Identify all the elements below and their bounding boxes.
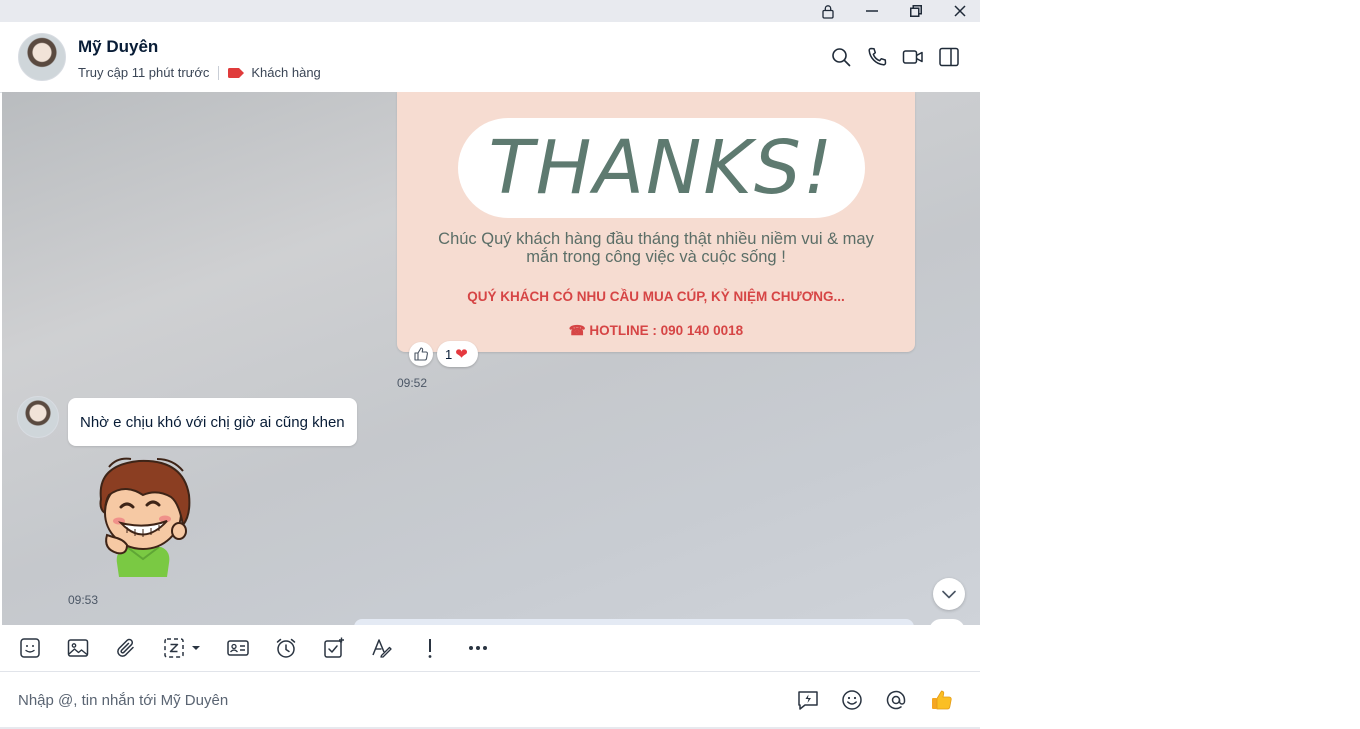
sender-avatar[interactable] — [17, 396, 59, 438]
contact-card-icon[interactable] — [225, 635, 251, 661]
close-icon[interactable] — [940, 0, 980, 22]
emoji-icon[interactable] — [840, 688, 864, 712]
laughing-boy-sticker[interactable] — [87, 455, 199, 577]
message-composer — [0, 672, 980, 728]
lock-icon[interactable] — [808, 0, 848, 22]
sticker-icon[interactable] — [17, 635, 43, 661]
card-greeting-line-2: mắn trong công việc và cuộc sống ! — [526, 248, 786, 266]
thumbs-up-outline-icon — [414, 347, 428, 361]
title-bar — [0, 0, 980, 22]
chevron-down-icon — [942, 590, 956, 598]
contact-label[interactable]: Khách hàng — [251, 65, 320, 80]
important-icon[interactable] — [417, 635, 443, 661]
video-call-icon[interactable] — [902, 46, 924, 68]
text-message-bubble[interactable]: Nhờ e chịu khó với chị giờ ai cũng khen — [68, 398, 357, 446]
divider — [218, 65, 220, 80]
thanks-headline: THANKS! — [488, 125, 835, 211]
chat-window: Mỹ Duyên Truy cập 11 phút trước Khách hà… — [0, 0, 980, 729]
reaction-bar: 1 ❤ — [409, 341, 478, 367]
card-greeting-line-1: Chúc Quý khách hàng đầu tháng thật nhiều… — [438, 230, 874, 248]
message-time: 09:52 — [397, 376, 428, 390]
image-icon[interactable] — [65, 635, 91, 661]
more-icon[interactable] — [465, 635, 491, 661]
reaction-summary[interactable]: 1 ❤ — [437, 341, 478, 367]
scroll-to-bottom-button[interactable] — [933, 578, 965, 610]
card-promo-text: QUÝ KHÁCH CÓ NHU CẦU MUA CÚP, KỶ NIỆM CH… — [467, 289, 845, 304]
image-message[interactable]: THANKS! Chúc Quý khách hàng đầu tháng th… — [397, 92, 915, 352]
attachment-icon[interactable] — [113, 635, 139, 661]
heart-reaction-icon: ❤ — [455, 346, 468, 363]
phone-icon[interactable] — [866, 46, 888, 68]
restore-icon[interactable] — [896, 0, 936, 22]
conversation-header: Mỹ Duyên Truy cập 11 phút trước Khách hà… — [0, 22, 980, 93]
reminder-icon[interactable] — [273, 635, 299, 661]
react-like-button[interactable] — [409, 342, 433, 366]
last-seen-text: Truy cập 11 phút trước — [78, 65, 210, 80]
message-text: Nhờ e chịu khó với chị giờ ai cũng khen — [80, 413, 345, 431]
sidebar-toggle-icon[interactable] — [938, 46, 960, 68]
contact-status: Truy cập 11 phút trước Khách hàng — [78, 65, 321, 80]
minimize-icon[interactable] — [852, 0, 892, 22]
composer-toolbar — [0, 625, 980, 672]
mention-icon[interactable] — [884, 688, 908, 712]
task-icon[interactable] — [321, 635, 347, 661]
message-input[interactable] — [18, 689, 718, 711]
sticker-time: 09:53 — [68, 593, 99, 607]
text-format-icon[interactable] — [369, 635, 395, 661]
contact-name[interactable]: Mỹ Duyên — [78, 37, 158, 57]
screenshot-icon[interactable] — [162, 635, 206, 661]
reaction-count: 1 — [445, 346, 453, 362]
thanks-banner: THANKS! — [458, 118, 865, 218]
card-hotline-text: ☎ HOTLINE : 090 140 0018 — [568, 323, 744, 338]
search-icon[interactable] — [830, 46, 852, 68]
quick-message-icon[interactable] — [796, 688, 820, 712]
thumbs-up-icon[interactable] — [930, 688, 954, 712]
message-list[interactable]: THANKS! Chúc Quý khách hàng đầu tháng th… — [2, 92, 980, 625]
contact-avatar[interactable] — [18, 33, 66, 81]
label-tag-icon — [228, 67, 245, 78]
